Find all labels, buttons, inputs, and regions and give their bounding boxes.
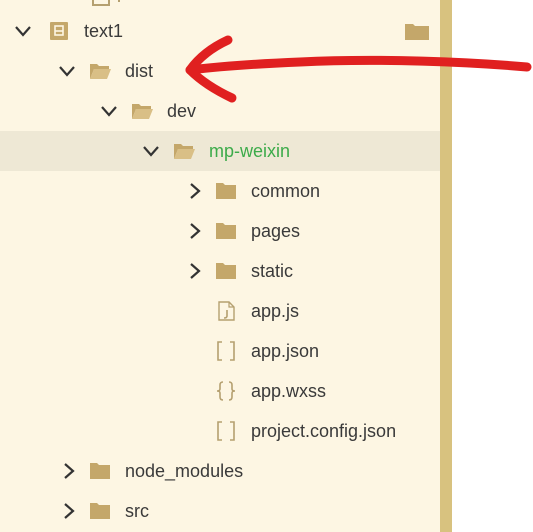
tree-item-label: app.wxss xyxy=(251,381,327,401)
tree-item-pages[interactable]: pages xyxy=(0,211,440,251)
folder-open-icon xyxy=(132,104,153,119)
tree-item-label: pages xyxy=(251,221,301,241)
folder-open-icon xyxy=(174,144,195,159)
chevron-right-icon[interactable] xyxy=(59,501,79,521)
tree-item-common[interactable]: common xyxy=(0,171,440,211)
tree-item-app-wxss[interactable]: app.wxss xyxy=(0,371,440,411)
tree-item-text1[interactable]: text1 xyxy=(0,11,440,51)
folder-open-icon xyxy=(90,64,111,79)
chevron-right-icon[interactable] xyxy=(185,221,205,241)
tree-item-label: common xyxy=(251,181,321,201)
folder-icon xyxy=(216,223,236,239)
project-icon xyxy=(50,22,68,40)
folder-icon xyxy=(216,263,236,279)
partial-row-above xyxy=(0,0,440,10)
folder-icon xyxy=(90,463,110,479)
chevron-down-icon[interactable] xyxy=(57,61,77,81)
tree-item-label: src xyxy=(125,501,149,521)
tree-item-label: app.json xyxy=(251,341,320,361)
panel-resize-divider[interactable] xyxy=(440,0,452,532)
tree-item-label: dev xyxy=(167,101,197,121)
chevron-right-icon[interactable] xyxy=(59,461,79,481)
file-explorer-tree: text1 dist dev mp-weixin common pages st… xyxy=(0,0,440,532)
tree-item-label: text1 xyxy=(84,21,124,41)
tree-item-node-modules[interactable]: node_modules xyxy=(0,451,440,491)
wxss-file-icon xyxy=(216,381,236,401)
tree-item-dev[interactable]: dev xyxy=(0,91,440,131)
chevron-down-icon[interactable] xyxy=(99,101,119,121)
tree-item-app-js[interactable]: app.js xyxy=(0,291,440,331)
tree-item-static[interactable]: static xyxy=(0,251,440,291)
tree-item-label: node_modules xyxy=(125,461,244,481)
tree-item-label: dist xyxy=(125,61,154,81)
tree-item-src[interactable]: src xyxy=(0,491,440,531)
js-file-icon xyxy=(218,301,235,321)
chevron-right-icon[interactable] xyxy=(185,261,205,281)
chevron-down-icon[interactable] xyxy=(141,141,161,161)
tree-item-label: project.config.json xyxy=(251,421,397,441)
folder-icon xyxy=(405,24,429,40)
chevron-right-icon[interactable] xyxy=(185,181,205,201)
tree-item-mp-weixin[interactable]: mp-weixin xyxy=(0,131,440,171)
tree-item-label: static xyxy=(251,261,294,281)
tree-item-label: app.js xyxy=(251,301,300,321)
folder-icon xyxy=(216,183,236,199)
partial-icon xyxy=(92,0,110,6)
json-file-icon xyxy=(217,421,235,441)
json-file-icon xyxy=(217,341,235,361)
tree-item-label: mp-weixin xyxy=(209,141,291,161)
partial-text-fragment xyxy=(118,0,126,2)
folder-icon xyxy=(90,503,110,519)
chevron-down-icon[interactable] xyxy=(13,21,33,41)
tree-item-dist[interactable]: dist xyxy=(0,51,440,91)
tree-item-app-json[interactable]: app.json xyxy=(0,331,440,371)
tree-item-project-config-json[interactable]: project.config.json xyxy=(0,411,440,451)
